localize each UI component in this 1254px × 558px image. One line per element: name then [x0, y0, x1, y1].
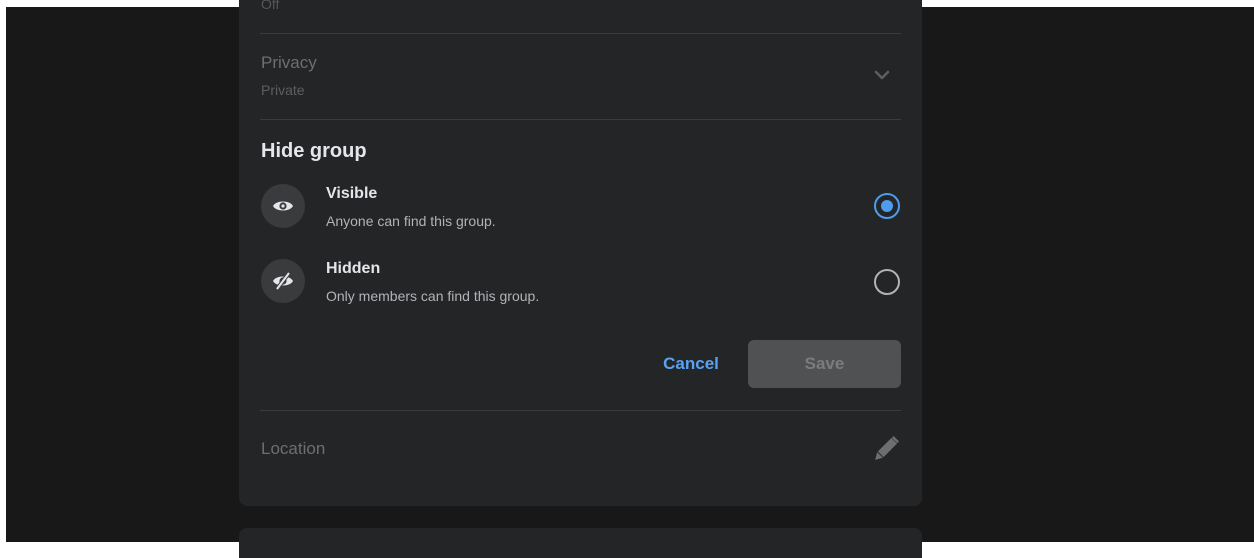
divider — [260, 119, 901, 120]
privacy-label: Privacy — [261, 53, 317, 72]
location-label: Location — [261, 439, 326, 458]
divider — [260, 410, 901, 411]
visible-option-label: Visible — [326, 185, 378, 202]
privacy-value: Private — [261, 82, 305, 98]
chevron-down-icon — [874, 70, 890, 80]
group-settings-card: Off Privacy Private Hide group Visible A… — [239, 0, 922, 506]
previous-setting-value: Off — [261, 0, 280, 12]
hidden-option-description: Only members can find this group. — [326, 288, 540, 304]
divider — [260, 33, 901, 34]
hidden-option-label: Hidden — [326, 260, 381, 277]
next-settings-card — [239, 528, 922, 558]
eye-slash-icon — [261, 259, 305, 303]
hidden-radio[interactable] — [874, 269, 900, 295]
eye-icon — [261, 184, 305, 228]
visible-radio[interactable] — [874, 193, 900, 219]
pencil-icon[interactable] — [868, 433, 902, 467]
save-button[interactable]: Save — [748, 340, 901, 388]
cancel-button[interactable]: Cancel — [645, 340, 737, 388]
hide-group-title: Hide group — [261, 140, 367, 162]
visible-option-description: Anyone can find this group. — [326, 213, 496, 229]
